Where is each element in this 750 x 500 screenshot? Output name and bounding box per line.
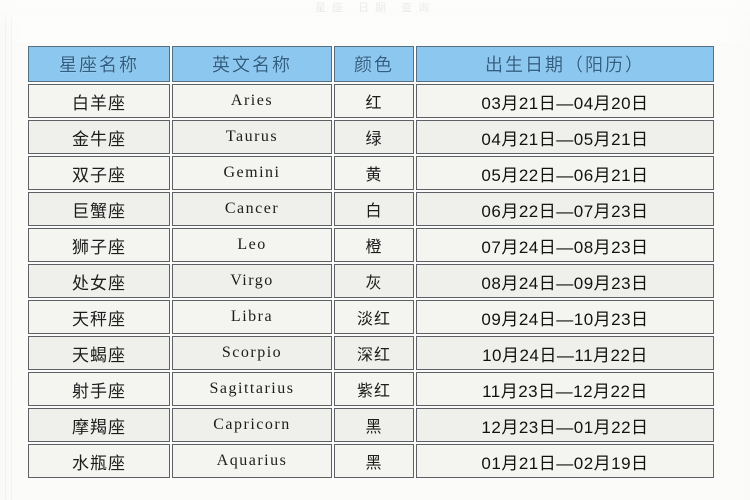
cell-color: 黑 <box>334 444 414 478</box>
cell-zodiac-name: 处女座 <box>28 264 170 298</box>
cell-zodiac-name: 射手座 <box>28 372 170 406</box>
cell-english-name: Leo <box>172 228 332 262</box>
cell-birth-date: 05月22日—06月21日 <box>416 156 714 190</box>
column-header-birth-date: 出生日期（阳历） <box>416 46 714 82</box>
cell-zodiac-name: 巨蟹座 <box>28 192 170 226</box>
cell-english-name: Aquarius <box>172 444 332 478</box>
cell-english-name: Gemini <box>172 156 332 190</box>
cell-english-name: Virgo <box>172 264 332 298</box>
table-row: 白羊座 Aries 红 03月21日—04月20日 <box>28 84 714 118</box>
page-margin-rule <box>5 16 6 500</box>
column-header-zodiac-name: 星座名称 <box>28 46 170 82</box>
table-row: 射手座 Sagittarius 紫红 11月23日—12月22日 <box>28 372 714 406</box>
cell-color: 橙 <box>334 228 414 262</box>
cell-english-name: Aries <box>172 84 332 118</box>
cell-english-name: Libra <box>172 300 332 334</box>
table-header: 星座名称 英文名称 颜色 出生日期（阳历） <box>28 46 714 82</box>
cell-english-name: Scorpio <box>172 336 332 370</box>
cell-zodiac-name: 水瓶座 <box>28 444 170 478</box>
cell-color: 绿 <box>334 120 414 154</box>
table-row: 摩羯座 Capricorn 黑 12月23日—01月22日 <box>28 408 714 442</box>
cell-birth-date: 07月24日—08月23日 <box>416 228 714 262</box>
cell-birth-date: 06月22日—07月23日 <box>416 192 714 226</box>
cell-zodiac-name: 白羊座 <box>28 84 170 118</box>
cell-birth-date: 09月24日—10月23日 <box>416 300 714 334</box>
column-header-color: 颜色 <box>334 46 414 82</box>
cell-birth-date: 11月23日—12月22日 <box>416 372 714 406</box>
cell-zodiac-name: 天蝎座 <box>28 336 170 370</box>
cell-zodiac-name: 金牛座 <box>28 120 170 154</box>
table-row: 天秤座 Libra 淡红 09月24日—10月23日 <box>28 300 714 334</box>
cell-zodiac-name: 天秤座 <box>28 300 170 334</box>
table-row: 双子座 Gemini 黄 05月22日—06月21日 <box>28 156 714 190</box>
cell-color: 白 <box>334 192 414 226</box>
cell-zodiac-name: 摩羯座 <box>28 408 170 442</box>
cell-zodiac-name: 双子座 <box>28 156 170 190</box>
table-row: 处女座 Virgo 灰 08月24日—09月23日 <box>28 264 714 298</box>
table-row: 水瓶座 Aquarius 黑 01月21日—02月19日 <box>28 444 714 478</box>
cell-birth-date: 01月21日—02月19日 <box>416 444 714 478</box>
cell-color: 黄 <box>334 156 414 190</box>
cell-color: 深红 <box>334 336 414 370</box>
cell-birth-date: 03月21日—04月20日 <box>416 84 714 118</box>
cell-color: 灰 <box>334 264 414 298</box>
cell-english-name: Cancer <box>172 192 332 226</box>
table-row: 狮子座 Leo 橙 07月24日—08月23日 <box>28 228 714 262</box>
cell-color: 红 <box>334 84 414 118</box>
cell-color: 黑 <box>334 408 414 442</box>
page-margin-rule-secondary <box>11 16 12 500</box>
cell-zodiac-name: 狮子座 <box>28 228 170 262</box>
column-header-english-name: 英文名称 <box>172 46 332 82</box>
zodiac-table: 星座名称 英文名称 颜色 出生日期（阳历） 白羊座 Aries 红 03月21日—04… <box>26 44 716 480</box>
table-row: 天蝎座 Scorpio 深红 10月24日—11月22日 <box>28 336 714 370</box>
cell-birth-date: 10月24日—11月22日 <box>416 336 714 370</box>
scanned-page: 星座 日期 查询 星座名称 英文名称 颜色 出生日期（阳历） 白羊座 Aries 红… <box>0 0 750 500</box>
table-row: 金牛座 Taurus 绿 04月21日—05月21日 <box>28 120 714 154</box>
table-row: 巨蟹座 Cancer 白 06月22日—07月23日 <box>28 192 714 226</box>
table-body: 白羊座 Aries 红 03月21日—04月20日 金牛座 Taurus 绿 04月21日—0… <box>28 84 714 478</box>
page-white-band <box>12 16 750 42</box>
table-header-row: 星座名称 英文名称 颜色 出生日期（阳历） <box>28 46 714 82</box>
cell-english-name: Capricorn <box>172 408 332 442</box>
cell-color: 淡红 <box>334 300 414 334</box>
cell-english-name: Taurus <box>172 120 332 154</box>
cell-english-name: Sagittarius <box>172 372 332 406</box>
cell-birth-date: 12月23日—01月22日 <box>416 408 714 442</box>
cell-birth-date: 08月24日—09月23日 <box>416 264 714 298</box>
cell-color: 紫红 <box>334 372 414 406</box>
page-top-text-remnant: 星座 日期 查询 <box>314 2 436 14</box>
cell-birth-date: 04月21日—05月21日 <box>416 120 714 154</box>
